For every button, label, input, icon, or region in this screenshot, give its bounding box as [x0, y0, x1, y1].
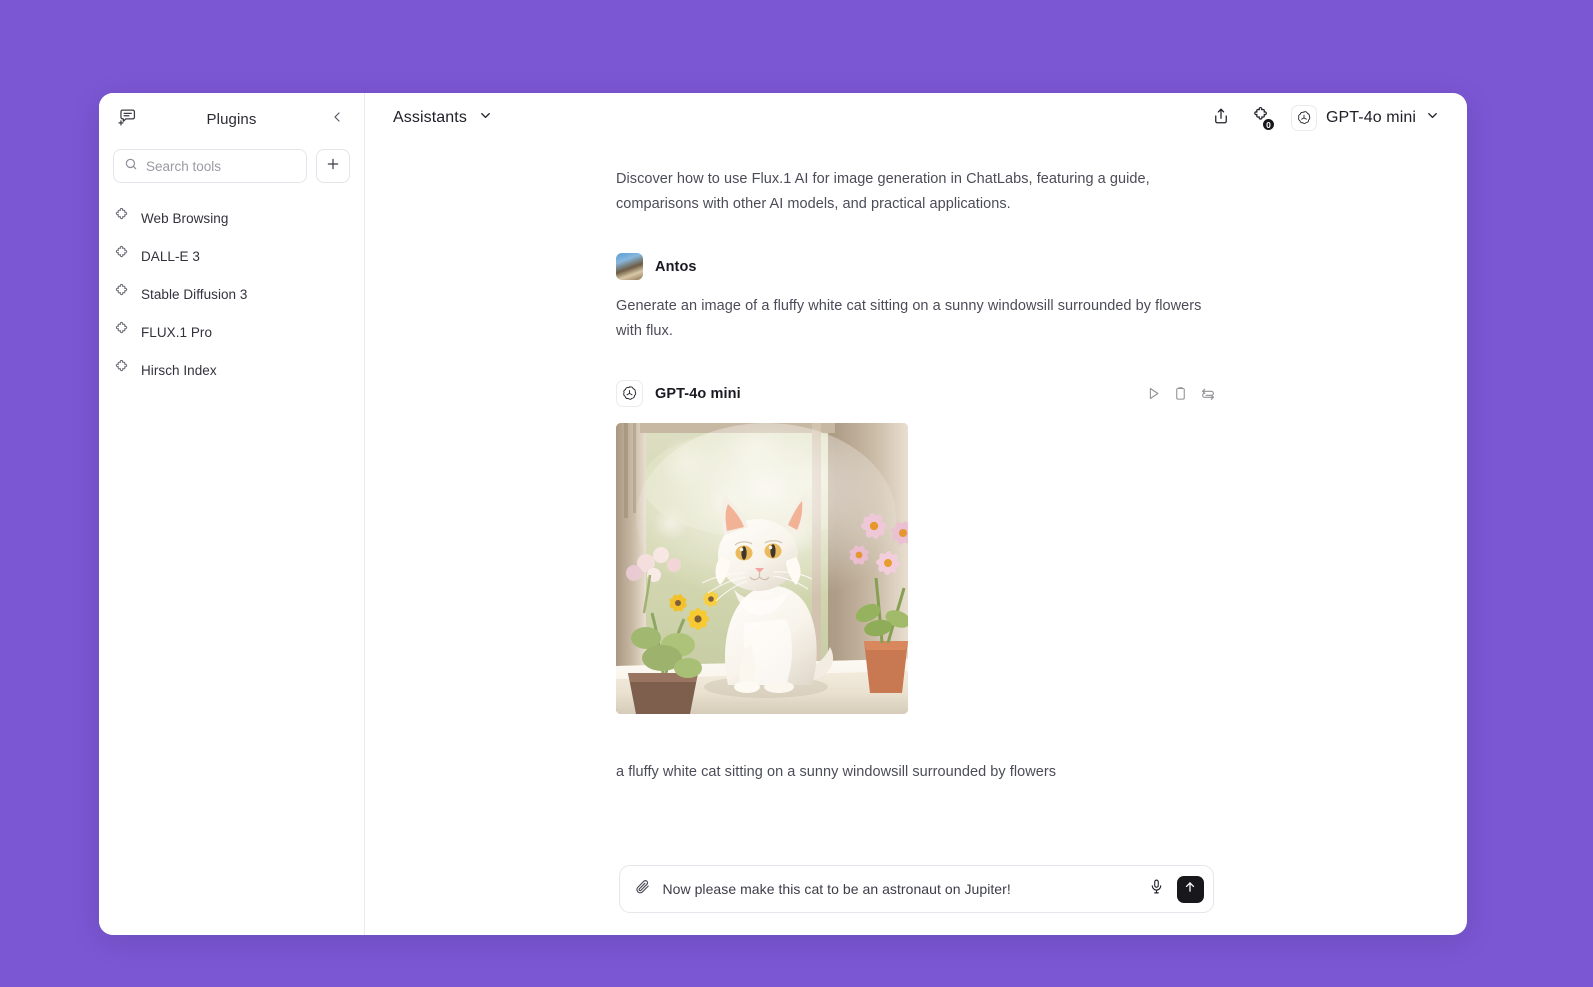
new-chat-icon	[117, 107, 136, 131]
toolbar-actions: 0 GPT-4o mini	[1206, 102, 1445, 134]
main-panel: Assistants 0 GPT-4o mini Discover how to…	[365, 93, 1467, 935]
chevron-left-icon	[329, 109, 345, 130]
search-tools-box[interactable]	[113, 149, 307, 183]
puzzle-icon	[113, 283, 130, 305]
avatar	[616, 253, 643, 280]
plugins-count-badge: 0	[1261, 118, 1275, 131]
model-name-label: GPT-4o mini	[1325, 109, 1416, 126]
sidebar-item-stable-diffusion-3[interactable]: Stable Diffusion 3	[99, 275, 364, 313]
sidebar-item-label: Hirsch Index	[141, 362, 217, 378]
sidebar-title: Plugins	[206, 110, 257, 128]
new-chat-button[interactable]	[111, 104, 141, 134]
intro-paragraph: Discover how to use Flux.1 AI for image …	[616, 171, 1150, 212]
assistant-message-header: GPT-4o mini	[616, 380, 1216, 407]
message-composer[interactable]	[618, 865, 1214, 913]
plugins-button[interactable]: 0	[1246, 103, 1276, 133]
copy-button[interactable]	[1173, 386, 1188, 401]
sidebar-item-web-browsing[interactable]: Web Browsing	[99, 199, 364, 237]
message-actions	[1146, 386, 1216, 402]
sidebar-item-label: Web Browsing	[141, 210, 229, 226]
app-window: Plugins Search tools Web Browsing DALL-E…	[99, 93, 1467, 935]
generated-image[interactable]	[616, 423, 908, 714]
sidebar-item-hirsch-index[interactable]: Hirsch Index	[99, 351, 364, 389]
top-toolbar: Assistants 0 GPT-4o mini	[365, 93, 1467, 143]
sidebar-item-label: DALL-E 3	[141, 248, 200, 264]
image-caption: a fluffy white cat sitting on a sunny wi…	[616, 764, 1057, 780]
send-button[interactable]	[1176, 875, 1204, 903]
assistants-selector[interactable]: Assistants	[387, 104, 499, 132]
user-message-text: Generate an image of a fluffy white cat …	[616, 298, 1202, 339]
sidebar-item-label: FLUX.1 Pro	[141, 324, 213, 340]
voice-input-button[interactable]	[1148, 878, 1165, 900]
regenerate-button[interactable]	[1200, 386, 1216, 402]
conversation-scroll[interactable]: Discover how to use Flux.1 AI for image …	[365, 143, 1467, 865]
share-button[interactable]	[1206, 103, 1236, 133]
sidebar-item-flux-1-pro[interactable]: FLUX.1 Pro	[99, 313, 364, 351]
add-tool-button[interactable]	[316, 149, 350, 183]
tool-list: Web Browsing DALL-E 3 Stable Diffusion 3	[99, 183, 364, 389]
attach-button[interactable]	[634, 878, 651, 900]
openai-logo-icon	[616, 380, 643, 407]
arrow-up-icon	[1183, 880, 1197, 899]
share-icon	[1212, 107, 1230, 130]
openai-logo-icon	[1290, 105, 1317, 131]
chevron-down-icon	[478, 108, 493, 128]
message-input[interactable]	[662, 881, 1136, 897]
conversation: Discover how to use Flux.1 AI for image …	[616, 143, 1216, 865]
play-button[interactable]	[1146, 386, 1161, 401]
sidebar-header: Plugins	[99, 95, 364, 143]
plugins-sidebar: Plugins Search tools Web Browsing DALL-E…	[99, 93, 365, 935]
user-name: Antos	[655, 258, 697, 275]
sidebar-item-dall-e-3[interactable]: DALL-E 3	[99, 237, 364, 275]
collapse-sidebar-button[interactable]	[322, 104, 352, 134]
puzzle-icon	[113, 321, 130, 343]
puzzle-icon	[113, 245, 130, 267]
composer-zone	[365, 865, 1467, 935]
model-selector[interactable]: GPT-4o mini	[1286, 102, 1445, 134]
plus-icon	[325, 156, 341, 177]
sidebar-item-label: Stable Diffusion 3	[141, 286, 248, 302]
puzzle-icon	[113, 207, 130, 229]
chevron-down-icon	[1425, 108, 1440, 128]
user-message-header: Antos	[616, 253, 1216, 280]
search-input[interactable]	[146, 158, 296, 174]
search-row	[99, 143, 364, 183]
puzzle-icon	[113, 359, 130, 381]
search-icon	[124, 157, 138, 176]
assistant-name: GPT-4o mini	[655, 385, 741, 402]
assistants-label: Assistants	[393, 109, 467, 126]
